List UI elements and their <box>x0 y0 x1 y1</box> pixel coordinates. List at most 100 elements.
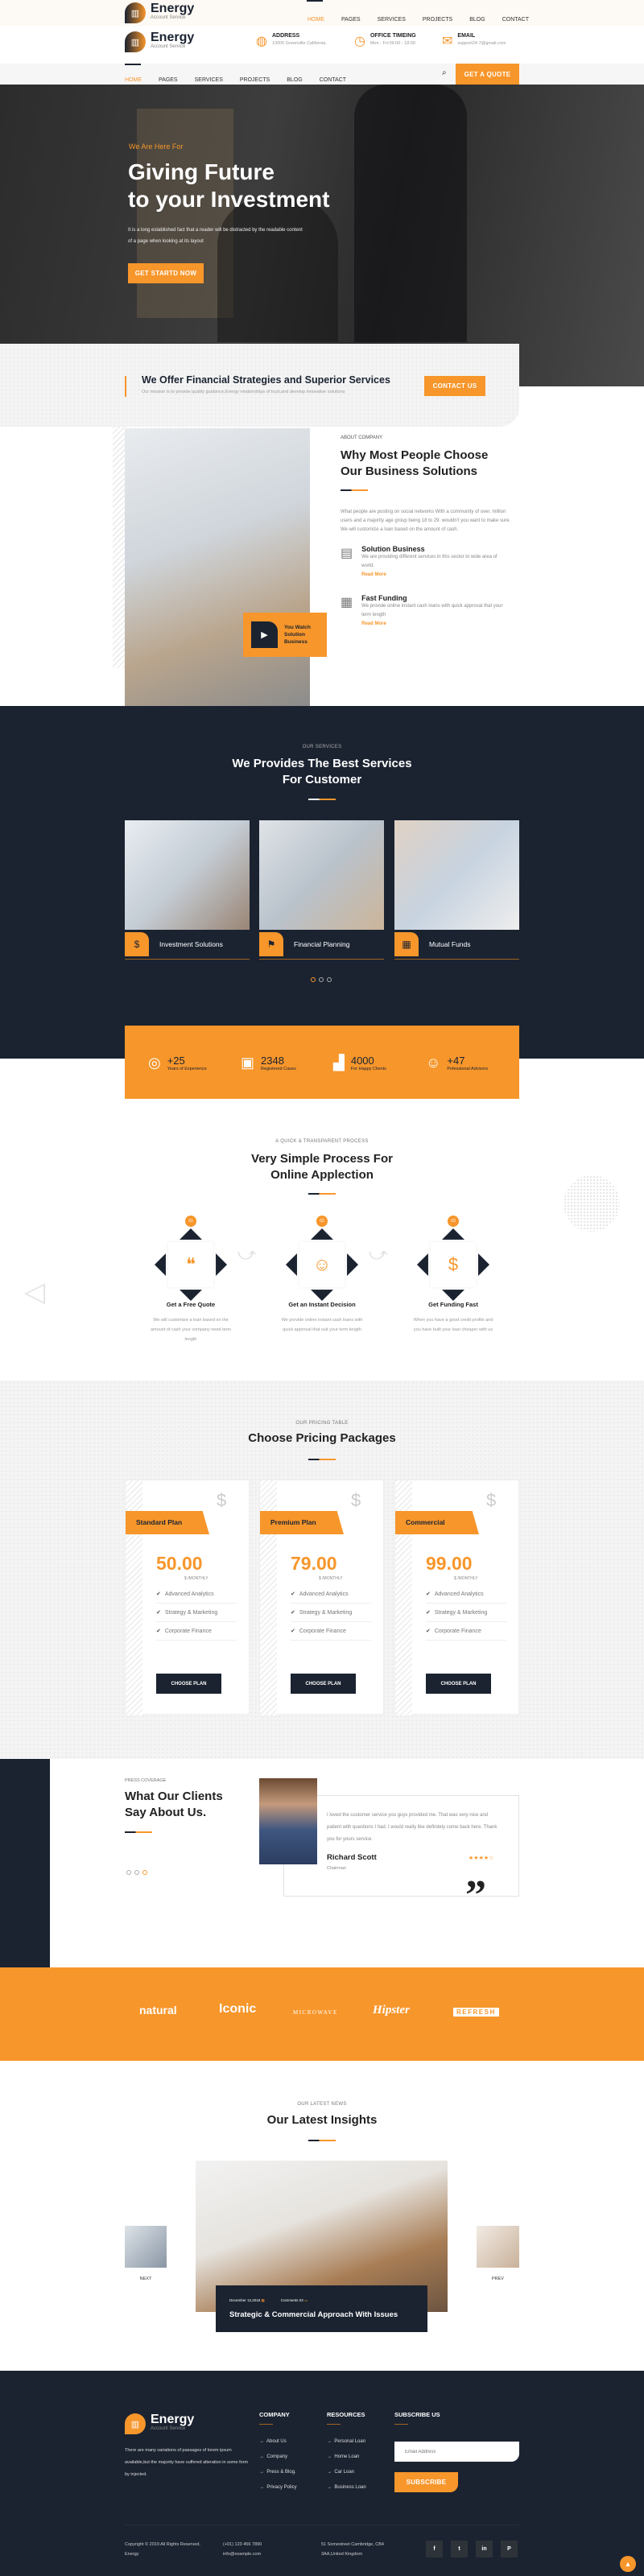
nav-home[interactable]: HOME <box>308 17 324 23</box>
choose-plan-button[interactable]: CHOOSE PLAN <box>156 1674 221 1694</box>
footer-about: There are many variations of passages of… <box>125 2448 249 2477</box>
post-title[interactable]: Strategic & Commercial Approach With Iss… <box>229 2310 398 2319</box>
nav-projects[interactable]: PROJECTS <box>240 77 270 83</box>
client-photo <box>259 1778 317 1864</box>
get-started-button[interactable]: GET STARTD NOW <box>128 263 204 283</box>
nav-services[interactable]: SERVICES <box>378 17 406 23</box>
nav-contact[interactable]: CONTACT <box>320 77 346 83</box>
facebook-icon[interactable]: f <box>426 2541 443 2557</box>
linkedin-icon[interactable]: in <box>476 2541 493 2557</box>
news-card[interactable]: December 12,2018 ▦ Comments 03 ▭ Strategi… <box>216 2285 427 2332</box>
prev-link[interactable]: PREV <box>477 2277 519 2281</box>
footer-link[interactable]: → Business Loan <box>327 2485 366 2490</box>
partner-logo-iconic: Iconic <box>219 2002 257 2016</box>
next-thumb[interactable] <box>125 2226 167 2268</box>
logo[interactable]: ▥ Energy Account Service <box>125 31 194 52</box>
service-card[interactable]: $ Investment Solutions <box>125 820 250 960</box>
service-card[interactable]: ▦ Mutual Funds <box>394 820 519 960</box>
process-title: Very Simple Process For Online Applection <box>251 1152 393 1182</box>
quote-icon: ” <box>465 1872 486 1918</box>
footer-link[interactable]: → Car Loan <box>327 2470 366 2475</box>
pricing-card: $ Premium Plan 79.00 $ /MONTHLY ✔ Advance… <box>259 1480 384 1715</box>
scroll-top-button[interactable]: ▲ <box>620 2556 636 2572</box>
read-more-link[interactable]: Read More <box>361 621 506 626</box>
footer: ▥ Energy Account Service There are many v… <box>0 2371 644 2576</box>
copyright: Copyright © 2019 All Rights Reserved. En… <box>125 2542 200 2557</box>
envelope-icon: ✉ <box>442 35 453 48</box>
arrow-right-icon: → <box>259 2470 264 2475</box>
nav-projects[interactable]: PROJECTS <box>423 17 452 23</box>
growth-chart-icon: ▟ <box>333 1055 345 1071</box>
footer-logo[interactable]: ▥ Energy Account Service <box>125 2413 194 2434</box>
nav-blog[interactable]: BLOG <box>287 77 302 83</box>
target-chart-icon: ▤ <box>341 547 353 560</box>
stat-item: ▣ 2348 Registered Cases <box>241 1055 296 1071</box>
partners-bar: natural Iconic MICROWAVE Hipster REFRESH <box>0 1967 644 2061</box>
search-icon[interactable]: ⌕ <box>442 68 447 77</box>
stats-bar: ◎ +25 Years of Experience ▣ 2348 Registered … <box>125 1026 519 1099</box>
video-card[interactable]: ▶ You Watch Solution Business <box>243 613 327 657</box>
process-section: ◁ A QUICK & TRANSPARENT PROCESS Very Sim… <box>0 1127 644 1377</box>
feature-fast-funding: ▦ Fast Funding We provide online instant … <box>341 594 506 626</box>
footer-link[interactable]: → Company <box>259 2454 297 2459</box>
carousel-dot[interactable] <box>142 1870 147 1875</box>
service-card[interactable]: ⚑ Financial Planning <box>259 820 384 960</box>
carousel-dot[interactable] <box>319 977 324 982</box>
logo[interactable]: ▥ Energy Account Service <box>125 2 194 23</box>
testimonial-tag: PRESS COVERAGE <box>125 1778 167 1783</box>
choose-plan-button[interactable]: CHOOSE PLAN <box>426 1674 491 1694</box>
plan-feature: ✔ Advanced Analytics <box>291 1585 371 1604</box>
read-more-link[interactable]: Read More <box>361 572 506 577</box>
check-icon: ✔ <box>291 1629 295 1634</box>
stat-item: ◎ +25 Years of Experience <box>148 1055 207 1071</box>
next-link[interactable]: NEXT <box>125 2277 167 2281</box>
carousel-dots <box>311 977 332 982</box>
footer-link[interactable]: → Press & Blog. <box>259 2470 297 2475</box>
prev-thumb[interactable] <box>477 2226 519 2268</box>
footer-link[interactable]: → About Us <box>259 2439 297 2444</box>
contact-us-button[interactable]: CONTACT US <box>424 376 485 396</box>
choose-plan-button[interactable]: CHOOSE PLAN <box>291 1674 356 1694</box>
pinterest-icon[interactable]: P <box>501 2541 518 2557</box>
twitter-icon[interactable]: t <box>451 2541 468 2557</box>
quote-chat-icon: ❝ <box>168 1242 213 1287</box>
stat-item: ☺ +47 Pofessional Advisors <box>426 1055 489 1071</box>
nav-pages[interactable]: PAGES <box>341 17 361 23</box>
service-image <box>394 820 519 930</box>
decision-head-icon: ☺ <box>299 1242 345 1287</box>
curved-arrow-icon: ⤻ <box>237 1244 257 1264</box>
nav-home[interactable]: HOME <box>125 77 142 83</box>
subscribe-button[interactable]: SUBSCRIBE <box>394 2472 458 2492</box>
footer-link[interactable]: → Home Loan <box>327 2454 366 2459</box>
partner-logo-microwave: MICROWAVE <box>293 2009 338 2016</box>
nav-contact[interactable]: CONTACT <box>502 17 529 23</box>
about-title: Why Most People Choose Our Business Solut… <box>341 448 489 478</box>
footer-link[interactable]: → Personal Loan <box>327 2439 366 2444</box>
plan-price: 99.00 <box>426 1553 473 1574</box>
services-tag: OUR SERVICES <box>302 745 342 749</box>
arrow-right-icon: → <box>327 2485 332 2490</box>
testimonial-quote: I loved the customer service you guys pr… <box>327 1813 497 1842</box>
footer-link[interactable]: → Privacy Policy <box>259 2485 297 2490</box>
plan-name-ribbon: Premium Plan <box>260 1511 344 1534</box>
carousel-dot[interactable] <box>311 977 316 982</box>
arrow-right-icon: → <box>259 2439 264 2444</box>
email-link[interactable]: info@example.com <box>223 2549 262 2559</box>
nav-pages[interactable]: PAGES <box>159 77 178 83</box>
play-icon[interactable]: ▶ <box>251 621 278 648</box>
main-nav: HOME PAGES SERVICES PROJECTS BLOG CONTACT ⌕ G… <box>0 64 644 85</box>
offer-title: We Offer Financial Strategies and Superi… <box>142 374 390 386</box>
process-step: 03 $ Get Funding Fast When you have a go… <box>397 1216 510 1360</box>
carousel-dot[interactable] <box>126 1870 131 1875</box>
get-quote-button[interactable]: GET A QUOTE <box>456 64 519 85</box>
nav-blog[interactable]: BLOG <box>469 17 485 23</box>
pricing-card: $ Commercial 99.00 $ /MONTHLY ✔ Advanced … <box>394 1480 519 1715</box>
carousel-dot[interactable] <box>327 977 332 982</box>
email-input[interactable] <box>394 2442 519 2462</box>
social-links: f t in P <box>426 2541 518 2557</box>
plan-feature: ✔ Advanced Analytics <box>426 1585 506 1604</box>
carousel-dot[interactable] <box>134 1870 139 1875</box>
stat-item: ▟ 4000 For Happy Clients <box>333 1055 386 1071</box>
nav-services[interactable]: SERVICES <box>195 77 223 83</box>
hero: We Are Here For Giving Future to your Inv… <box>0 85 644 386</box>
